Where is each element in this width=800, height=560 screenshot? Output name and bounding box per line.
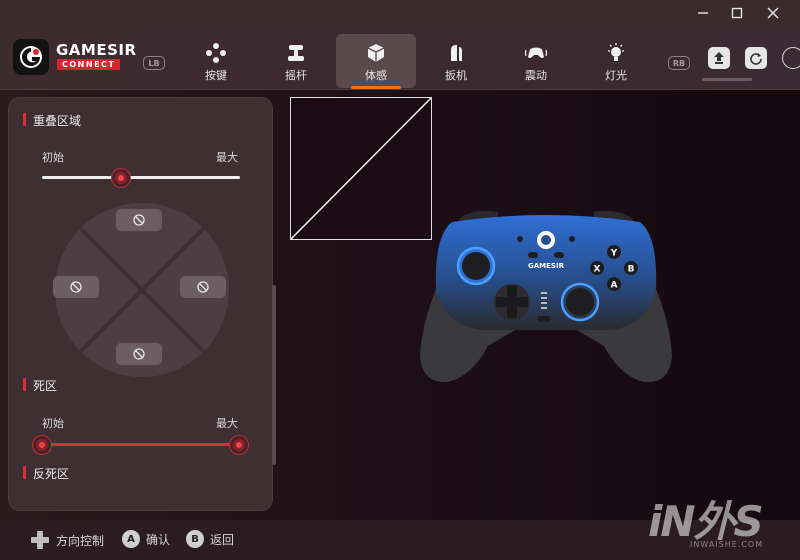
b-button-icon: B	[186, 530, 204, 548]
tab-buttons[interactable]: 按键	[176, 34, 256, 88]
controller-illustration: GAMESIR Y X B A	[420, 210, 672, 383]
overlap-slider-track[interactable]	[42, 176, 240, 179]
tab-trigger[interactable]: 扳机	[416, 34, 496, 88]
buttons-icon	[204, 42, 228, 64]
up-disabled-button[interactable]	[116, 209, 162, 231]
light-bulb-icon	[604, 42, 628, 64]
top-nav: GAMESIR CONNECT LB 按键 摇杆 体感 扳机 震动 灯光 RB	[0, 26, 800, 90]
maximize-icon[interactable]	[726, 3, 748, 23]
hint-back: B 返回	[186, 530, 234, 548]
lb-bumper-button[interactable]: LB	[143, 56, 165, 70]
a-button-icon: A	[122, 530, 140, 548]
gamesir-logo-icon	[13, 39, 49, 75]
vibration-icon	[524, 42, 548, 64]
joystick-icon	[284, 42, 308, 64]
title-bar	[0, 0, 800, 26]
hint-direction: 方向控制	[30, 530, 104, 550]
refresh-icon[interactable]	[745, 47, 767, 69]
app-window: GAMESIR CONNECT LB 按键 摇杆 体感 扳机 震动 灯光 RB …	[0, 0, 800, 560]
deadzone-min-knob[interactable]	[33, 436, 51, 454]
close-icon[interactable]	[762, 3, 784, 23]
tab-label: 震动	[525, 69, 547, 82]
tab-label: 按键	[205, 69, 227, 82]
svg-text:Y: Y	[610, 249, 618, 259]
tab-label: 扳机	[445, 69, 467, 82]
tab-motion[interactable]: 体感	[336, 34, 416, 89]
tab-joystick[interactable]: 摇杆	[256, 34, 336, 88]
upload-icon[interactable]	[708, 47, 730, 69]
trigger-icon	[444, 42, 468, 64]
svg-text:GAMESIR: GAMESIR	[528, 262, 565, 270]
svg-text:B: B	[628, 265, 635, 275]
overlap-min-label: 初始	[42, 151, 64, 164]
motion-cube-icon	[364, 42, 388, 64]
anti-deadzone-title: 反死区	[23, 465, 69, 482]
minimize-icon[interactable]	[692, 3, 714, 23]
tab-light[interactable]: 灯光	[576, 34, 656, 88]
tab-label: 体感	[365, 69, 387, 82]
brand-sub: CONNECT	[57, 59, 121, 70]
hint-confirm: A 确认	[122, 530, 170, 548]
deadzone-max-knob[interactable]	[230, 436, 248, 454]
tools-scroll-indicator	[702, 78, 752, 81]
hint-label: 方向控制	[56, 533, 105, 548]
deadzone-max-label: 最大	[216, 417, 238, 430]
dpad-icon	[30, 530, 50, 550]
watermark-url: INWAISHE.COM	[690, 540, 764, 549]
rb-bumper-button[interactable]: RB	[668, 56, 690, 70]
more-icon[interactable]	[782, 47, 800, 69]
right-disabled-button[interactable]	[180, 276, 226, 298]
brand-name: GAMESIR	[56, 41, 137, 59]
tab-vibration[interactable]: 震动	[496, 34, 576, 88]
response-curve-graph	[290, 97, 432, 240]
tab-label: 灯光	[605, 69, 627, 82]
tab-label: 摇杆	[285, 69, 307, 82]
overlap-max-label: 最大	[216, 151, 238, 164]
hint-label: 返回	[210, 532, 235, 547]
deadzone-title: 死区	[23, 377, 57, 394]
deadzone-min-label: 初始	[42, 417, 64, 430]
svg-text:A: A	[611, 281, 618, 291]
left-disabled-button[interactable]	[53, 276, 99, 298]
response-curve-line	[290, 97, 432, 240]
down-disabled-button[interactable]	[116, 343, 162, 365]
deadzone-slider-track[interactable]	[42, 443, 240, 446]
hint-label: 确认	[146, 532, 171, 547]
panel-scrollbar[interactable]	[272, 285, 276, 465]
overlap-title: 重叠区域	[23, 112, 81, 129]
svg-text:X: X	[594, 265, 601, 275]
overlap-slider-knob[interactable]	[112, 169, 131, 187]
